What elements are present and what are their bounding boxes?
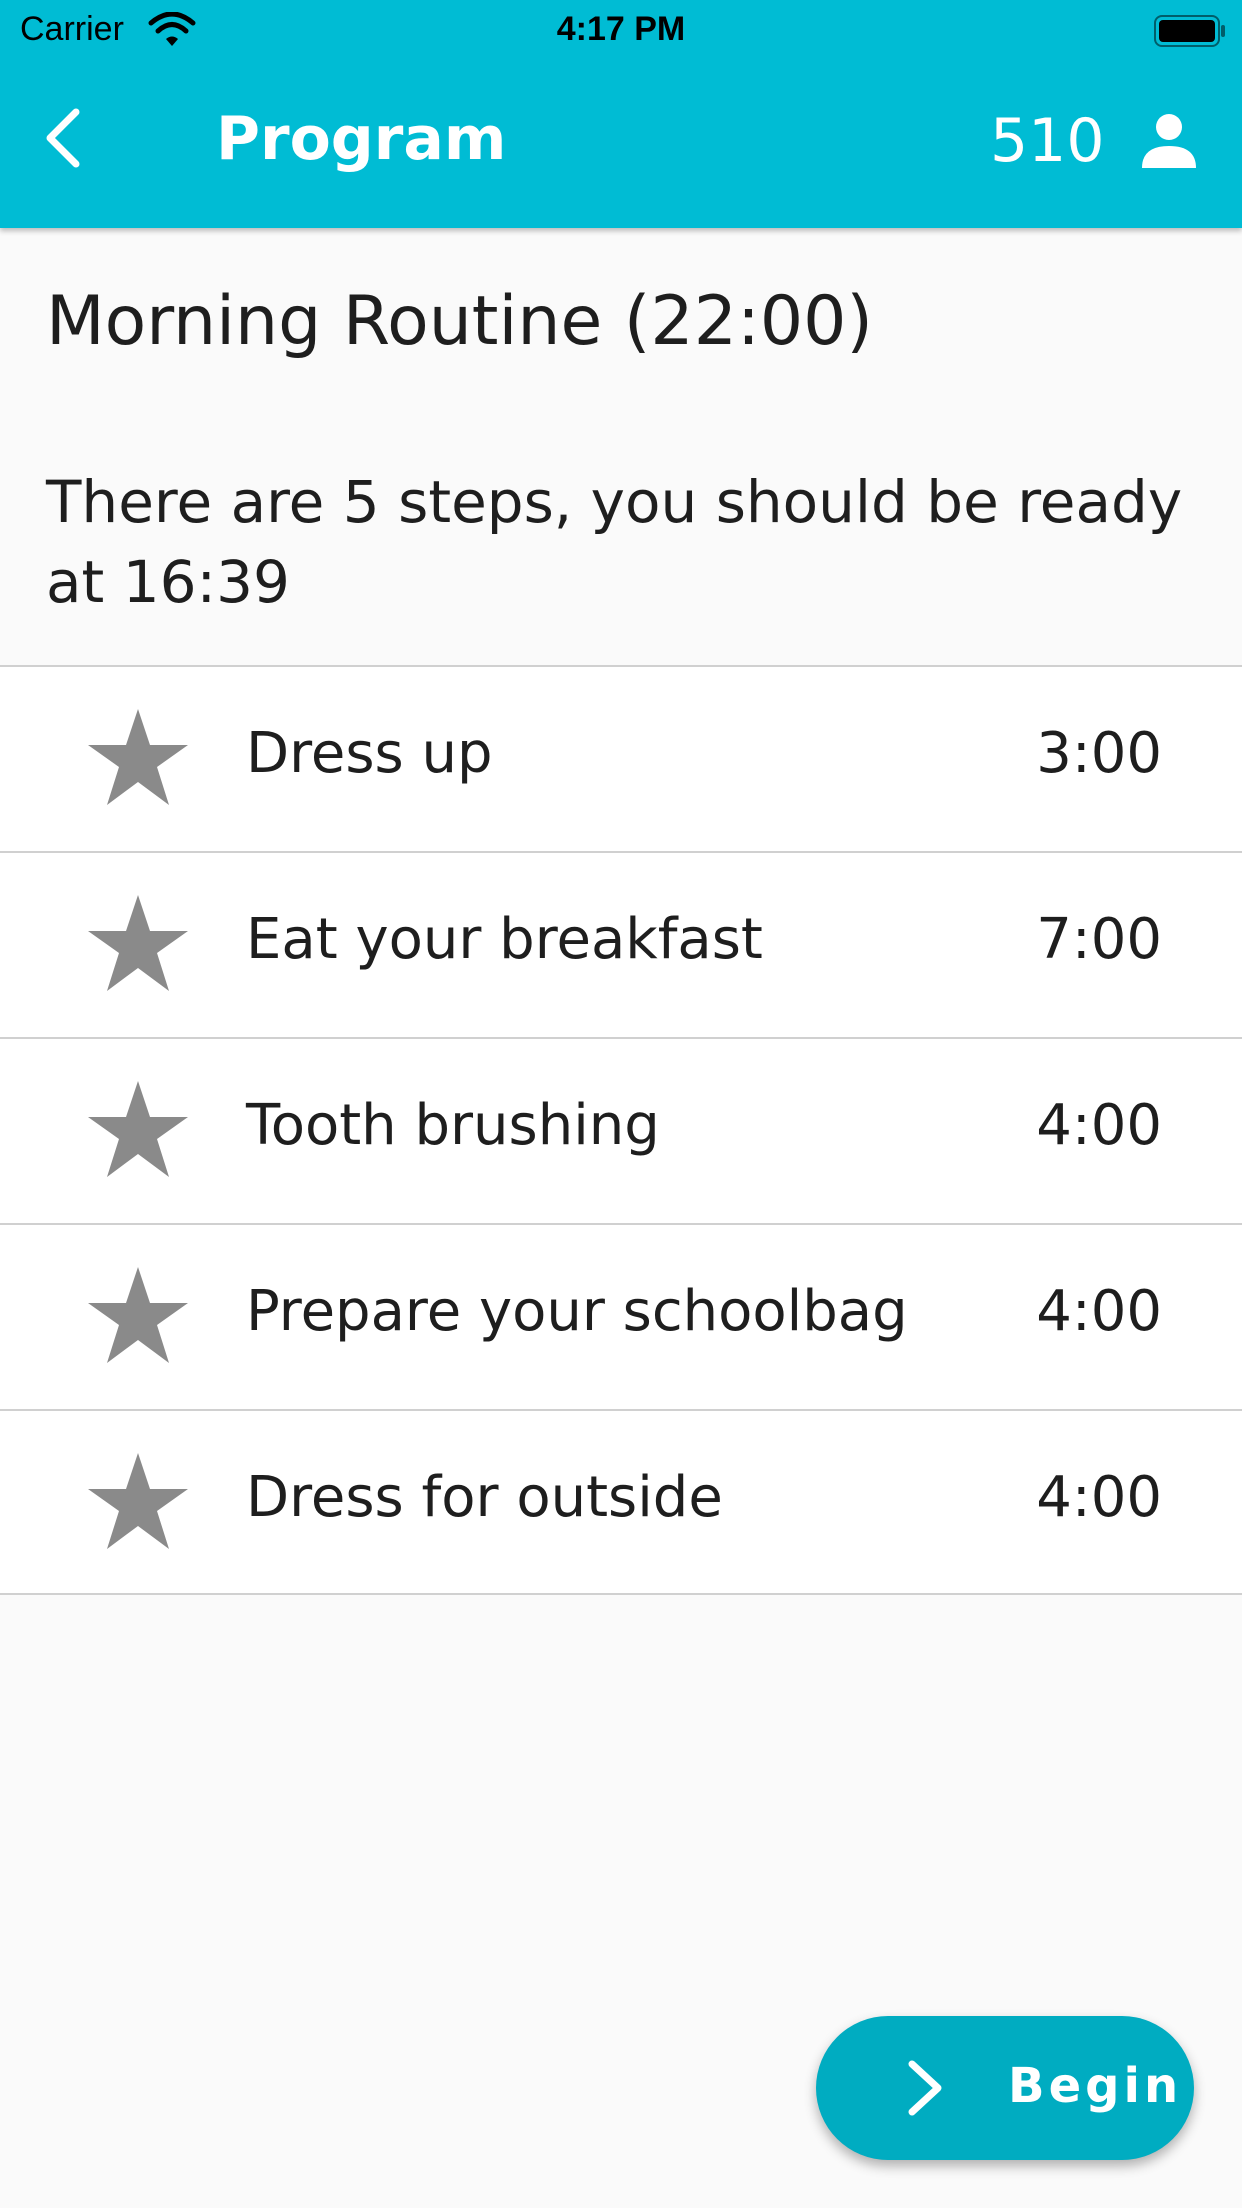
step-item[interactable]: Eat your breakfast 7:00	[0, 851, 1242, 1037]
nav-bar: Program 510	[0, 62, 1242, 228]
status-bar: Carrier 4:17 PM	[0, 0, 1242, 62]
star-icon	[88, 895, 188, 991]
step-item[interactable]: Dress for outside 4:00	[0, 1409, 1242, 1595]
app-screen: Carrier 4:17 PM Program 510 Morning Rout…	[0, 0, 1242, 2208]
step-name: Dress up	[246, 721, 493, 786]
step-time: 7:00	[1036, 907, 1162, 972]
battery-icon	[1154, 15, 1225, 47]
step-time: 3:00	[1036, 721, 1162, 786]
routine-title: Morning Routine (22:00)	[46, 282, 873, 361]
status-time: 4:17 PM	[556, 10, 686, 48]
person-icon	[1142, 114, 1196, 168]
step-name: Dress for outside	[246, 1465, 723, 1530]
step-item[interactable]: Prepare your schoolbag 4:00	[0, 1223, 1242, 1409]
chevron-right-icon	[908, 2060, 942, 2116]
chevron-left-icon	[46, 108, 80, 168]
step-time: 4:00	[1036, 1093, 1162, 1158]
step-name: Tooth brushing	[246, 1093, 660, 1158]
begin-button[interactable]: Begin	[816, 2016, 1194, 2160]
step-item[interactable]: Dress up 3:00	[0, 665, 1242, 851]
star-icon	[88, 709, 188, 805]
step-name: Eat your breakfast	[246, 907, 763, 972]
header: Carrier 4:17 PM Program 510	[0, 0, 1242, 228]
step-time: 4:00	[1036, 1279, 1162, 1344]
profile-button[interactable]	[1138, 110, 1200, 172]
step-item[interactable]: Tooth brushing 4:00	[0, 1037, 1242, 1223]
begin-label: Begin	[1008, 2058, 1183, 2114]
steps-list: Dress up 3:00 Eat your breakfast 7:00 To…	[0, 665, 1242, 1595]
step-name: Prepare your schoolbag	[246, 1279, 908, 1344]
star-icon	[88, 1267, 188, 1363]
routine-info: There are 5 steps, you should be ready a…	[46, 468, 1183, 616]
points-counter: 510	[990, 106, 1105, 176]
star-icon	[88, 1453, 188, 1549]
step-time: 4:00	[1036, 1465, 1162, 1530]
back-button[interactable]	[36, 106, 96, 170]
star-icon	[88, 1081, 188, 1177]
page-title: Program	[216, 104, 507, 174]
